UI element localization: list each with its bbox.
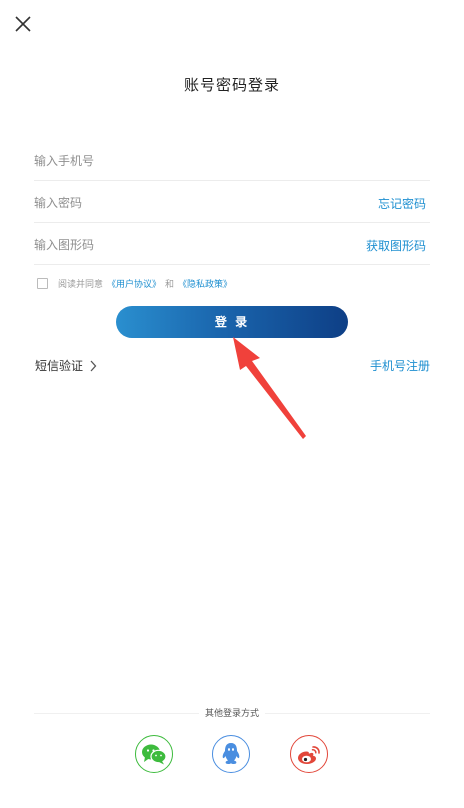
page-title: 账号密码登录	[183, 76, 280, 94]
agreement-row: 阅读并同意 《用户协议》 和 《隐私政策》	[37, 276, 236, 290]
get-captcha-link[interactable]: 获取图形码	[366, 237, 426, 254]
close-icon[interactable]	[12, 13, 34, 35]
forgot-password-link[interactable]: 忘记密码	[378, 195, 426, 212]
sms-login-link[interactable]: 短信验证	[35, 357, 97, 374]
agreement-and: 和	[165, 279, 175, 290]
phone-register-link[interactable]: 手机号注册	[370, 357, 430, 374]
agreement-prefix: 阅读并同意	[58, 279, 104, 290]
captcha-input[interactable]	[34, 234, 334, 256]
wechat-icon	[142, 744, 167, 765]
qq-icon	[222, 743, 240, 765]
user-agreement-link[interactable]: 《用户协议》	[107, 277, 161, 290]
phone-field-row	[34, 140, 430, 181]
agreement-checkbox[interactable]	[37, 277, 48, 289]
weibo-login-button[interactable]	[290, 735, 328, 773]
sms-login-label: 短信验证	[35, 359, 84, 373]
qq-login-button[interactable]	[212, 735, 250, 773]
weibo-icon	[298, 746, 320, 764]
phone-input[interactable]	[34, 150, 334, 172]
wechat-login-button[interactable]	[135, 735, 173, 773]
other-login-label: 其他登录方式	[198, 706, 266, 719]
privacy-policy-link[interactable]: 《隐私政策》	[178, 277, 232, 290]
password-input[interactable]	[34, 192, 334, 214]
password-field-row: 忘记密码	[34, 182, 430, 223]
chevron-right-icon	[90, 360, 97, 371]
other-login-divider: 其他登录方式	[34, 706, 430, 720]
login-button[interactable]: 登 录	[116, 306, 348, 338]
annotation-arrow-icon	[233, 337, 306, 439]
captcha-field-row: 获取图形码	[34, 224, 430, 265]
